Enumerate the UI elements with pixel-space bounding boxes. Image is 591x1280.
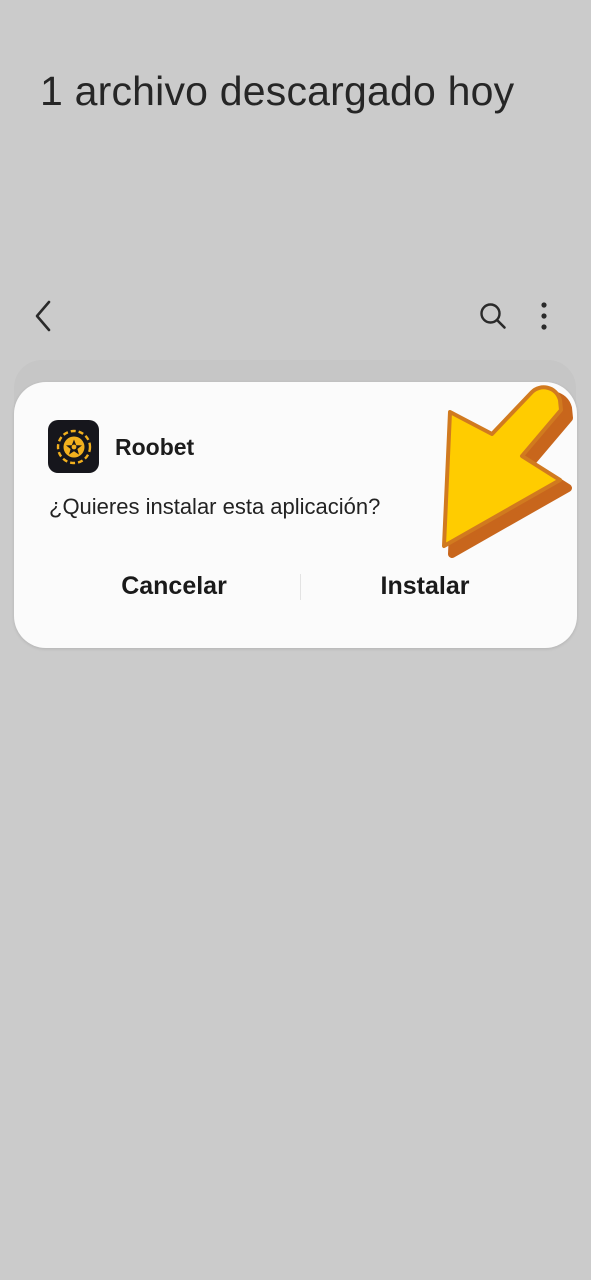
search-icon bbox=[480, 303, 506, 329]
actions-divider bbox=[300, 574, 301, 600]
app-name: Roobet bbox=[115, 434, 195, 460]
install-button[interactable]: Instalar bbox=[325, 562, 525, 610]
more-options-button[interactable] bbox=[524, 296, 564, 336]
page-title: 1 archivo descargado hoy bbox=[40, 68, 515, 114]
cancel-button[interactable]: Cancelar bbox=[74, 562, 274, 610]
install-dialog: Roobet ¿Quieres instalar esta aplicación… bbox=[14, 382, 577, 648]
chevron-left-icon bbox=[35, 300, 51, 332]
more-vertical-icon bbox=[541, 302, 547, 330]
top-toolbar bbox=[0, 288, 591, 344]
dialog-actions: Cancelar Instalar bbox=[14, 562, 577, 610]
install-prompt-message: ¿Quieres instalar esta aplicación? bbox=[49, 494, 381, 519]
roobet-logo-icon bbox=[48, 420, 99, 473]
back-button[interactable] bbox=[24, 296, 64, 336]
search-button[interactable] bbox=[473, 296, 513, 336]
